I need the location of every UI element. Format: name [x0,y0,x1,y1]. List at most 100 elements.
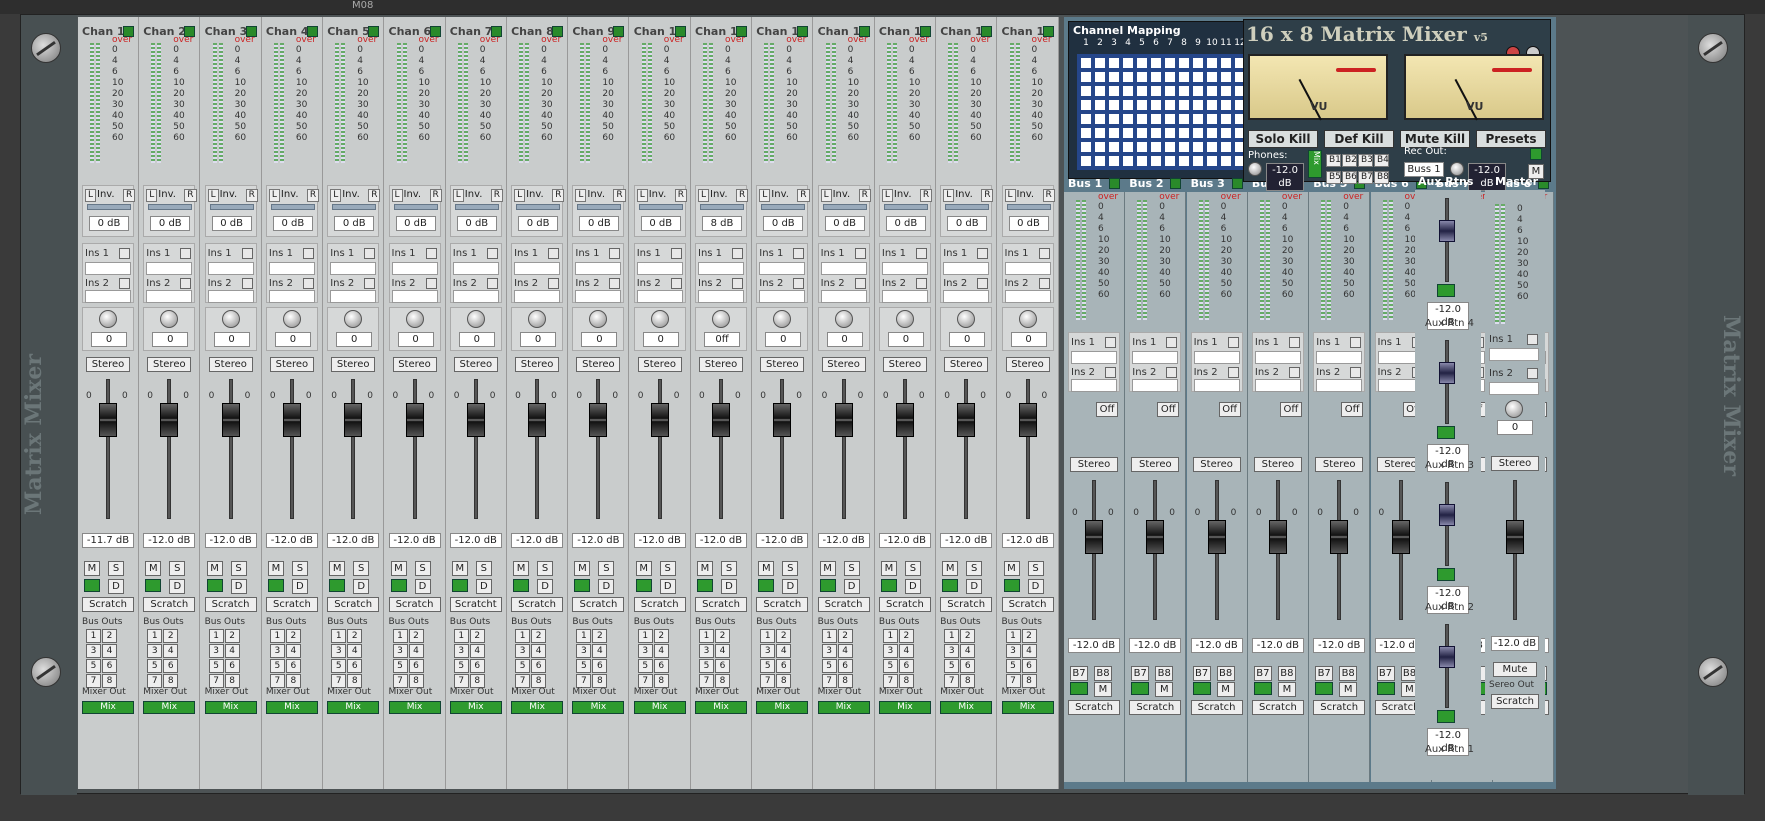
mute-button[interactable]: M [880,561,897,576]
left-button[interactable]: L [207,189,219,202]
ins2-check[interactable] [241,278,253,289]
bus-out-button[interactable]: 5 [699,659,714,673]
rec-bus-button[interactable]: B1 [1326,154,1341,167]
mute-button[interactable]: M [697,561,713,576]
ins2-check[interactable] [732,278,743,289]
ins1-check[interactable] [915,248,927,259]
bus-out-button[interactable]: 2 [776,629,792,643]
ins1-input[interactable] [1132,351,1179,364]
bus-out-button[interactable]: 8 [102,674,117,688]
mapping-cell[interactable] [1179,100,1189,110]
ins1-input[interactable] [207,262,254,275]
direct-button[interactable]: D [966,579,983,594]
ins1-check[interactable] [1105,337,1116,348]
bus-out-button[interactable]: 7 [760,674,776,688]
mapping-cell[interactable] [1109,156,1119,166]
right-button[interactable]: R [490,189,504,202]
bus-stereo-button[interactable]: Stereo [1253,457,1302,472]
bus-out-button[interactable]: 2 [1021,629,1037,643]
mapping-cell[interactable] [1109,128,1119,138]
input-trim-slider[interactable] [148,204,193,210]
bus-out-button[interactable]: 2 [837,629,853,643]
channel-fader[interactable] [650,403,669,437]
bus-out-button[interactable]: 6 [347,659,363,673]
bus-out-button[interactable]: 5 [453,659,469,673]
bus-fader[interactable] [1330,520,1349,554]
mapping-cell[interactable] [1193,100,1203,110]
mapping-cell[interactable] [1109,100,1119,110]
ins2-input[interactable] [575,290,622,303]
channel-fader[interactable] [99,403,117,437]
rec-bus-button[interactable]: B5 [1326,171,1341,184]
mapping-cell[interactable] [1123,72,1133,82]
channel-fader[interactable] [834,403,853,437]
ins1-check[interactable] [1227,337,1239,348]
channel-fader[interactable] [589,403,608,437]
bus-out-button[interactable]: 3 [699,644,714,658]
mapping-cell[interactable] [1221,72,1231,82]
bus-out-button[interactable]: 7 [576,674,592,688]
solo-button[interactable]: S [169,561,186,576]
bus-out-button[interactable]: 2 [102,629,117,643]
bus-arm-button[interactable] [1192,682,1211,695]
bus-out-button[interactable]: 1 [86,629,101,643]
ins1-input[interactable] [1071,351,1117,364]
ins2-input[interactable] [1071,379,1117,392]
right-button[interactable]: R [736,189,749,202]
solo-button[interactable]: S [291,561,308,576]
bus-b7-button[interactable]: B7 [1315,666,1334,681]
direct-button[interactable]: D [904,579,921,594]
solo-kill-button[interactable]: Solo Kill [1248,130,1318,148]
mapping-cell[interactable] [1207,128,1217,138]
ins1-input[interactable] [268,262,315,275]
bus-stereo-button[interactable]: Stereo [1131,457,1180,472]
mapping-cell[interactable] [1207,58,1217,68]
ins1-check[interactable] [486,248,498,259]
bus-out-button[interactable]: 8 [163,674,179,688]
bus-b8-button[interactable]: B8 [1094,666,1112,681]
bus-out-button[interactable]: 1 [392,629,408,643]
mapping-cell[interactable] [1109,86,1119,96]
ins2-input[interactable] [268,290,315,303]
stereo-button[interactable]: Stereo [699,357,743,372]
mapping-cell[interactable] [1193,142,1203,152]
left-button[interactable]: L [330,189,342,202]
bus-out-button[interactable]: 8 [837,674,853,688]
direct-button[interactable]: D [169,579,186,594]
bus-out-button[interactable]: 4 [224,644,240,658]
left-button[interactable]: L [514,189,526,202]
scratch-button[interactable]: Scratch [1001,597,1054,612]
mapping-cell[interactable] [1193,156,1203,166]
mapping-cell[interactable] [1095,114,1105,124]
bus-out-button[interactable]: 8 [592,674,608,688]
mapping-cell[interactable] [1081,128,1091,138]
bus-scratch-button[interactable]: Scratch [1251,700,1304,715]
mute-button[interactable]: M [145,561,162,576]
bus-out-button[interactable]: 4 [592,644,608,658]
bus-out-button[interactable]: 8 [898,674,914,688]
ins1-input[interactable] [1316,351,1363,364]
ins2-input[interactable] [943,290,990,303]
bus-out-button[interactable]: 8 [347,674,363,688]
rec-bus-button[interactable]: B6 [1342,171,1357,184]
bus-out-button[interactable]: 7 [882,674,898,688]
input-trim-slider[interactable] [945,204,990,210]
mapping-cell[interactable] [1221,86,1231,96]
bus-out-button[interactable]: 2 [960,629,976,643]
ins2-check[interactable] [1288,367,1300,378]
mute-button[interactable]: M [819,561,836,576]
bus-out-button[interactable]: 7 [699,674,714,688]
bus-out-button[interactable]: 8 [960,674,976,688]
channel-fader[interactable] [344,403,363,437]
bus-off-button[interactable]: Off [1218,402,1241,417]
bus-out-button[interactable]: 5 [208,659,224,673]
ins2-check[interactable] [915,278,927,289]
input-trim-slider[interactable] [516,204,561,210]
bus-out-button[interactable]: 3 [637,644,653,658]
rec-bus-button[interactable]: B7 [1358,171,1373,184]
bus-out-button[interactable]: 4 [408,644,424,658]
pan-knob[interactable] [405,310,424,328]
scratch-button[interactable]: Scratcht [449,597,502,612]
bus-out-button[interactable]: 6 [531,659,547,673]
direct-button[interactable]: D [475,579,492,594]
